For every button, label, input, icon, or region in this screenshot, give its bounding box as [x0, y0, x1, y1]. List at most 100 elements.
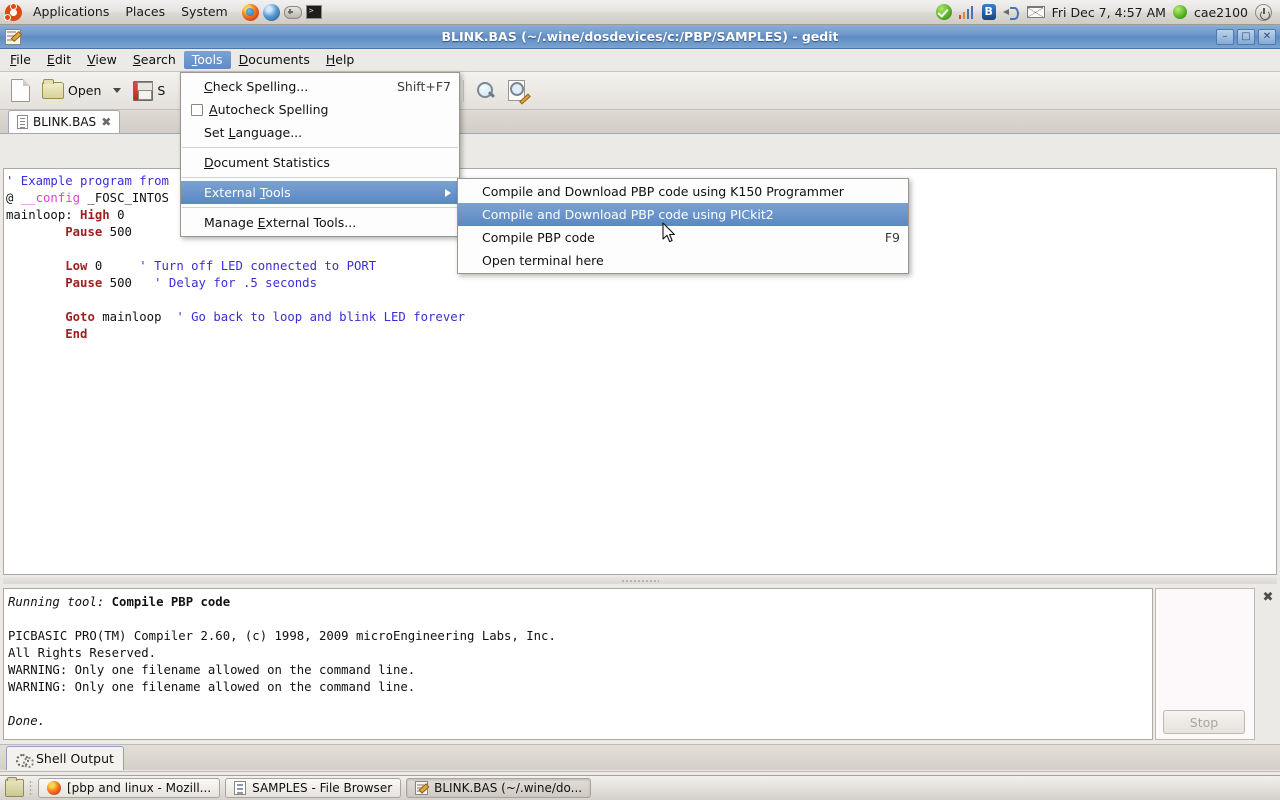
find-button[interactable] [471, 78, 501, 104]
code-span: 500 [102, 276, 132, 290]
code-span [102, 259, 139, 273]
terminal-icon[interactable] [306, 5, 322, 19]
username-label[interactable]: cae2100 [1194, 5, 1248, 20]
maximize-icon: □ [1241, 32, 1250, 42]
output-line [8, 696, 1152, 713]
output-span: WARNING: Only one filename allowed on th… [8, 680, 415, 694]
document-tab[interactable]: BLINK.BAS ✖ [8, 110, 120, 133]
update-ok-icon[interactable] [936, 4, 952, 20]
replace-button[interactable] [503, 77, 535, 104]
power-icon[interactable] [1255, 4, 1272, 21]
submenu-item-label: Compile and Download PBP code using PICk… [482, 207, 882, 222]
panel-menu-applications[interactable]: Applications [26, 3, 116, 22]
menu-item-manage-external-tools[interactable]: Manage External Tools... [181, 211, 459, 234]
stop-button[interactable]: Stop [1163, 710, 1245, 734]
find-magnifier-icon [476, 81, 496, 101]
output-span: All Rights Reserved. [8, 646, 156, 660]
menu-item-external-tools[interactable]: External Tools [181, 181, 459, 204]
taskbar-button-gedit[interactable]: BLINK.BAS (~/.wine/do... [406, 778, 591, 798]
new-document-button[interactable] [6, 76, 35, 105]
submenu-item-compile-download-k150[interactable]: Compile and Download PBP code using K150… [458, 180, 908, 203]
tools-dropdown-menu: Check Spelling... Shift+F7 Autocheck Spe… [180, 72, 460, 237]
code-span [132, 276, 154, 290]
submenu-item-open-terminal-here[interactable]: Open terminal here [458, 249, 908, 272]
splitter-grip [621, 579, 659, 583]
submenu-item-compile-download-pickit2[interactable]: Compile and Download PBP code using PICk… [458, 203, 908, 226]
maximize-button[interactable]: □ [1237, 29, 1255, 45]
close-panel-icon[interactable]: ✖ [1261, 591, 1275, 605]
clock[interactable]: Fri Dec 7, 4:57 AM [1052, 5, 1166, 20]
code-span: __config [21, 191, 80, 205]
chevron-down-icon [113, 88, 121, 93]
submenu-item-compile-pbp-code[interactable]: Compile PBP code F9 [458, 226, 908, 249]
code-span [6, 225, 65, 239]
gamepad-icon[interactable] [284, 6, 302, 19]
code-span: Pause [65, 276, 102, 290]
document-icon [17, 115, 28, 129]
taskbar-grip [29, 780, 33, 797]
menu-tools[interactable]: Tools [184, 51, 231, 70]
window-controls: – □ ✕ [1216, 29, 1276, 45]
menu-item-document-statistics[interactable]: Document Statistics [181, 151, 459, 174]
menu-edit[interactable]: Edit [39, 51, 79, 70]
output-line: Running tool: Compile PBP code [8, 594, 1152, 611]
code-span: mainloop: [6, 208, 80, 222]
taskbar-button-file-browser[interactable]: SAMPLES - File Browser [225, 778, 401, 798]
taskbar-button-firefox[interactable]: [pbp and linux - Mozill... [38, 778, 220, 798]
user-status-icon[interactable] [1173, 5, 1187, 19]
menu-item-autocheck-spelling[interactable]: Autocheck Spelling [181, 98, 459, 121]
panel-menu-places[interactable]: Places [118, 3, 172, 22]
output-span: Done. [8, 714, 45, 728]
show-desktop-icon[interactable] [5, 779, 24, 797]
shell-output-text: Running tool: Compile PBP code PICBASIC … [4, 589, 1152, 730]
window-title: BLINK.BAS (~/.wine/dosdevices/c:/PBP/SAM… [0, 29, 1280, 44]
code-span: _FOSC_INTOS [80, 191, 169, 205]
menu-documents[interactable]: Documents [231, 51, 318, 70]
output-span: PICBASIC PRO(TM) Compiler 2.60, (c) 1998… [8, 629, 556, 643]
tab-shell-output-label: Shell Output [36, 751, 114, 766]
code-span: Pause [65, 225, 102, 239]
close-button[interactable]: ✕ [1258, 29, 1276, 45]
code-span: High [80, 208, 110, 222]
menubar: File Edit View Search Tools Documents He… [0, 49, 1280, 72]
menu-item-set-language[interactable]: Set Language... [181, 121, 459, 144]
firefox-icon[interactable] [242, 4, 259, 21]
menu-view[interactable]: View [79, 51, 125, 70]
tab-close-icon[interactable]: ✖ [101, 115, 111, 129]
blue-globe-icon[interactable] [263, 4, 280, 21]
taskbar-button-label: BLINK.BAS (~/.wine/do... [434, 781, 582, 795]
menu-separator [182, 147, 458, 148]
menu-help[interactable]: Help [318, 51, 363, 70]
code-span [162, 310, 177, 324]
shell-output-panel: Running tool: Compile PBP code PICBASIC … [0, 584, 1280, 744]
taskbar: [pbp and linux - Mozill... SAMPLES - Fil… [0, 775, 1280, 800]
signal-bars-icon[interactable] [959, 5, 975, 19]
shell-output-box[interactable]: Running tool: Compile PBP code PICBASIC … [3, 588, 1153, 740]
gedit-icon [415, 781, 428, 795]
menu-search[interactable]: Search [125, 51, 184, 70]
menu-separator [182, 177, 458, 178]
tab-shell-output[interactable]: Shell Output [6, 746, 124, 770]
code-span: ' Example program from [6, 174, 169, 188]
volume-icon[interactable] [1003, 5, 1020, 19]
save-button[interactable]: S [128, 78, 170, 104]
bottom-panel-tabs: Shell Output [0, 744, 1280, 770]
find-replace-icon [508, 80, 530, 101]
open-button[interactable]: Open [37, 79, 106, 102]
mail-icon[interactable] [1027, 6, 1045, 18]
bluetooth-icon[interactable]: B [982, 4, 996, 20]
checkbox-icon[interactable] [191, 104, 203, 116]
minimize-button[interactable]: – [1216, 29, 1234, 45]
stop-button-label: Stop [1190, 715, 1218, 730]
open-folder-icon [42, 82, 64, 99]
panel-menu-system[interactable]: System [174, 3, 235, 22]
open-dropdown-button[interactable] [108, 85, 126, 96]
submenu-item-accel: F9 [867, 230, 900, 245]
code-span [6, 327, 65, 341]
new-document-icon [11, 79, 30, 102]
menu-file[interactable]: File [2, 51, 39, 70]
menu-item-check-spelling[interactable]: Check Spelling... Shift+F7 [181, 75, 459, 98]
ubuntu-logo-icon[interactable] [5, 4, 22, 21]
panel-splitter[interactable] [3, 577, 1277, 584]
output-span: Compile PBP code [112, 595, 230, 609]
